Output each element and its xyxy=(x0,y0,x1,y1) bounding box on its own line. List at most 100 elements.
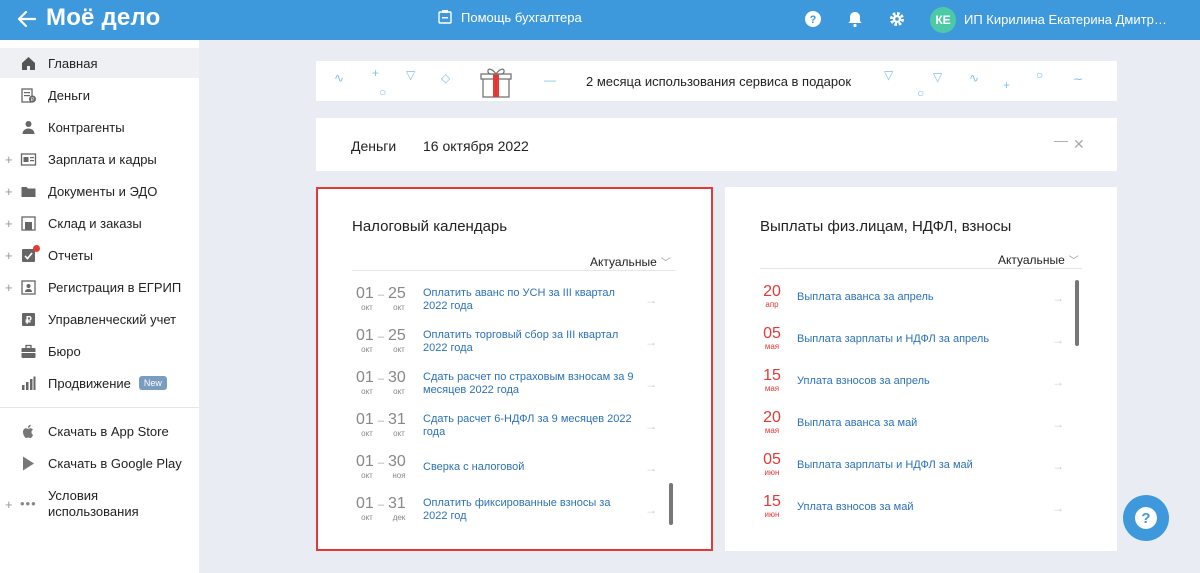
payout-link[interactable]: Выплата аванса за май xyxy=(797,417,1037,430)
payouts-panel: Выплаты физ.лицам, НДФЛ, взносы Актуальн… xyxy=(725,187,1117,551)
decor-circle-icon: ○ xyxy=(1036,68,1044,82)
filter-dropdown[interactable]: Актуальные ﹀ xyxy=(590,254,671,269)
task-link[interactable]: Оплатить торговый сбор за III квартал 202… xyxy=(423,329,643,355)
to-day: 30 xyxy=(388,369,406,386)
avatar[interactable]: КЕ xyxy=(930,7,956,33)
registration-icon xyxy=(21,279,36,295)
money-widget-header: Деньги 16 октября 2022 — ✕ xyxy=(316,118,1117,171)
date-range-dash: – xyxy=(378,373,385,385)
tax-calendar-row[interactable]: 01 окт –31 дек Оплатить фиксированные взносы… xyxy=(318,491,711,533)
sidebar-item-contractors[interactable]: Контрагенты xyxy=(0,112,199,142)
expand-plus-icon[interactable]: + xyxy=(5,497,13,512)
task-link[interactable]: Оплатить аванс по УСН за III квартал 2022… xyxy=(423,287,643,313)
arrow-right-icon[interactable]: → xyxy=(1052,459,1064,473)
tax-calendar-row[interactable]: 01 окт –30 окт Сдать расчет по страховым взн… xyxy=(318,365,711,407)
help-question-icon[interactable]: ? xyxy=(804,10,822,28)
sidebar-item-label: Отчеты xyxy=(48,247,93,263)
payout-row[interactable]: 05 мая Выплата зарплаты и НДФЛ за апрель → xyxy=(725,321,1117,363)
minimize-icon[interactable]: — xyxy=(1054,132,1068,148)
expand-plus-icon[interactable]: + xyxy=(5,248,13,263)
scrollbar-thumb[interactable] xyxy=(669,483,673,525)
sidebar-item-terms[interactable]: + ••• Условия использования xyxy=(0,486,199,522)
back-arrow-icon[interactable] xyxy=(16,8,38,30)
payout-day: 05 xyxy=(763,325,781,342)
promo-banner[interactable]: ∿ + ○ ▽ ◇ — 2 месяца использования серви… xyxy=(316,61,1117,101)
notifications-bell-icon[interactable] xyxy=(846,10,864,28)
user-name[interactable]: ИП Кирилина Екатерина Дмитриевна xyxy=(964,12,1174,27)
more-icon: ••• xyxy=(20,496,37,511)
expand-plus-icon[interactable]: + xyxy=(5,152,13,167)
arrow-right-icon[interactable]: → xyxy=(1052,417,1064,431)
task-link[interactable]: Сдать расчет по страховым взносам за 9 ме… xyxy=(423,371,643,397)
to-month: окт xyxy=(393,303,405,312)
sidebar-item-app-store[interactable]: Скачать в App Store xyxy=(0,416,199,446)
from-day: 01 xyxy=(356,327,374,344)
apple-icon xyxy=(23,424,34,438)
payout-link[interactable]: Уплата взносов за апрель xyxy=(797,375,1037,388)
sidebar-item-salary[interactable]: + Зарплата и кадры xyxy=(0,144,199,174)
arrow-right-icon[interactable]: → xyxy=(645,293,657,307)
notification-dot xyxy=(33,245,40,252)
sidebar-item-warehouse[interactable]: + Склад и заказы xyxy=(0,208,199,238)
arrow-right-icon[interactable]: → xyxy=(645,419,657,433)
accountant-help-button[interactable]: Помощь бухгалтера xyxy=(437,9,582,25)
task-link[interactable]: Сдать расчет 6-НДФЛ за 9 месяцев 2022 год… xyxy=(423,413,643,439)
tax-calendar-row[interactable]: 01 окт –25 окт Оплатить торговый сбор за III… xyxy=(318,323,711,365)
documents-icon xyxy=(21,186,36,197)
close-icon[interactable]: ✕ xyxy=(1073,136,1085,153)
arrow-right-icon[interactable]: → xyxy=(1052,501,1064,515)
filter-dropdown[interactable]: Актуальные ﹀ xyxy=(998,252,1079,267)
sidebar-item-label: Скачать в Google Play xyxy=(48,455,182,471)
arrow-right-icon[interactable]: → xyxy=(645,503,657,517)
help-chat-button[interactable]: ? xyxy=(1123,495,1169,541)
from-month: окт xyxy=(361,387,373,396)
payout-row[interactable]: 15 июн Уплата взносов за май → xyxy=(725,489,1117,531)
payout-link[interactable]: Выплата аванса за апрель xyxy=(797,291,1037,304)
sidebar-item-promotion[interactable]: Продвижение New xyxy=(0,368,199,398)
to-month: ноя xyxy=(392,471,406,480)
arrow-right-icon[interactable]: → xyxy=(645,377,657,391)
sidebar-item-google-play[interactable]: Скачать в Google Play xyxy=(0,448,199,478)
decor-diamond-icon: ◇ xyxy=(441,71,451,85)
sidebar-item-money[interactable]: ₽ Деньги xyxy=(0,80,199,110)
date-range-dash: – xyxy=(378,499,385,511)
decor-dash-icon: — xyxy=(544,73,556,87)
sidebar-item-bureau[interactable]: Бюро xyxy=(0,336,199,366)
scrollbar-thumb[interactable] xyxy=(1075,280,1079,346)
contractors-icon xyxy=(22,120,35,134)
payout-row[interactable]: 15 мая Уплата взносов за апрель → xyxy=(725,363,1117,405)
arrow-right-icon[interactable]: → xyxy=(1052,333,1064,347)
expand-plus-icon[interactable]: + xyxy=(5,184,13,199)
payout-day: 20 xyxy=(763,409,781,426)
promotion-icon xyxy=(22,376,36,390)
settings-gear-icon[interactable] xyxy=(888,10,906,28)
home-icon xyxy=(22,56,35,70)
sidebar-item-reports[interactable]: + Отчеты xyxy=(0,240,199,270)
tax-calendar-row[interactable]: 01 окт –30 ноя Сверка с налоговой → xyxy=(318,449,711,491)
arrow-right-icon[interactable]: → xyxy=(645,335,657,349)
sidebar-item-management[interactable]: ₽ Управленческий учет xyxy=(0,304,199,334)
payout-row[interactable]: 20 апр Выплата аванса за апрель → xyxy=(725,279,1117,321)
tax-calendar-row[interactable]: 01 окт –25 окт Оплатить аванс по УСН за III … xyxy=(318,281,711,323)
expand-plus-icon[interactable]: + xyxy=(5,280,13,295)
arrow-right-icon[interactable]: → xyxy=(1052,291,1064,305)
from-day: 01 xyxy=(356,495,374,512)
payout-link[interactable]: Выплата зарплаты и НДФЛ за апрель xyxy=(797,333,1037,346)
payout-link[interactable]: Выплата зарплаты и НДФЛ за май xyxy=(797,459,1037,472)
decor-circle-icon: ○ xyxy=(917,86,925,100)
task-link[interactable]: Сверка с налоговой xyxy=(423,461,643,474)
tax-calendar-row[interactable]: 01 окт –31 окт Сдать расчет 6-НДФЛ за 9 меся… xyxy=(318,407,711,449)
expand-plus-icon[interactable]: + xyxy=(5,216,13,231)
to-day: 25 xyxy=(388,285,406,302)
payout-row[interactable]: 05 июн Выплата зарплаты и НДФЛ за май → xyxy=(725,447,1117,489)
sidebar-item-home[interactable]: Главная xyxy=(0,48,199,78)
arrow-right-icon[interactable]: → xyxy=(1052,375,1064,389)
payout-row[interactable]: 20 мая Выплата аванса за май → xyxy=(725,405,1117,447)
sidebar-item-registration[interactable]: + Регистрация в ЕГРИП xyxy=(0,272,199,302)
arrow-right-icon[interactable]: → xyxy=(645,461,657,475)
logo[interactable]: Моё дело xyxy=(46,4,160,32)
task-link[interactable]: Оплатить фиксированные взносы за 2022 год xyxy=(423,497,643,523)
sidebar-item-documents[interactable]: + Документы и ЭДО xyxy=(0,176,199,206)
sidebar-item-label: Главная xyxy=(48,55,98,71)
payout-link[interactable]: Уплата взносов за май xyxy=(797,501,1037,514)
